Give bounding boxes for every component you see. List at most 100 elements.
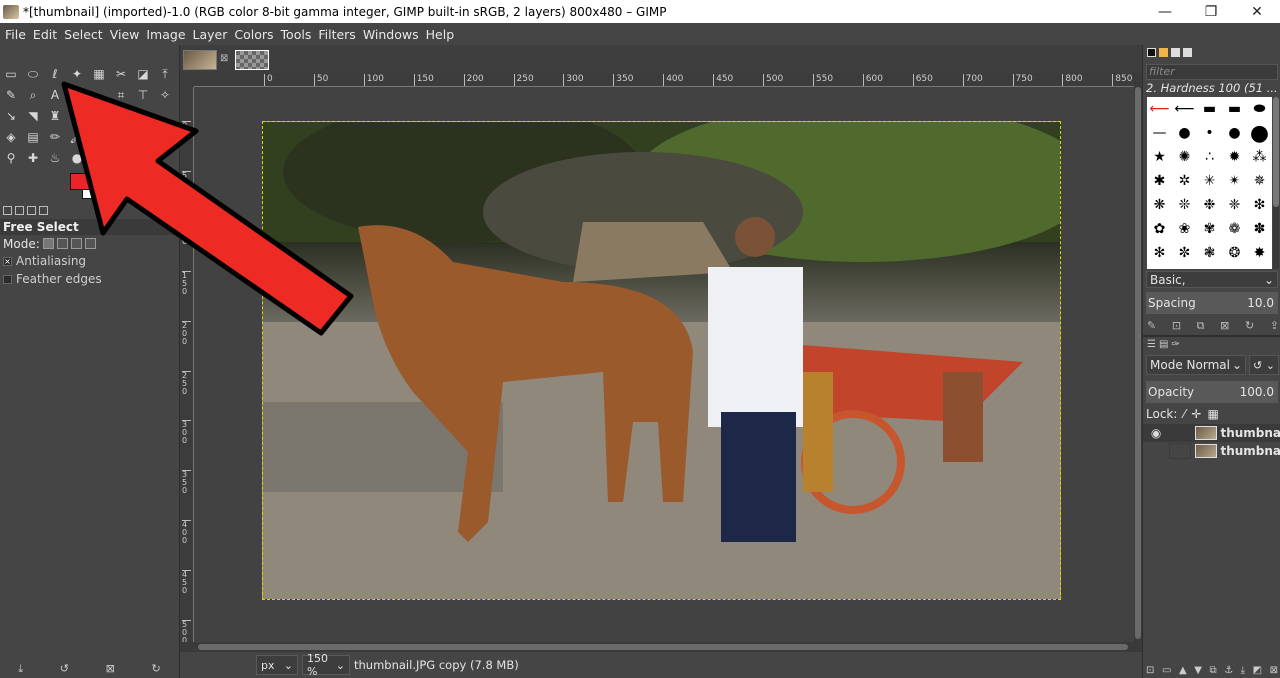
- menu-windows[interactable]: Windows: [361, 27, 424, 42]
- spacing-slider[interactable]: Spacing 10.0: [1146, 292, 1278, 314]
- bucket-fill-icon[interactable]: ◈: [2, 128, 20, 146]
- brush-block[interactable]: ▬: [1228, 101, 1241, 117]
- brush-texture-6[interactable]: ❋: [1154, 197, 1166, 213]
- brush-grain[interactable]: ⁂: [1253, 149, 1267, 165]
- antialiasing-option[interactable]: × Antialiasing: [0, 252, 179, 270]
- fg-bg-colors[interactable]: [70, 173, 110, 203]
- maximize-button[interactable]: ❐: [1188, 0, 1234, 23]
- brush-texture-1[interactable]: ✱: [1154, 173, 1166, 189]
- paths-icon[interactable]: ⤒: [156, 65, 174, 83]
- restore-options-icon[interactable]: ↺: [60, 662, 69, 678]
- free-select-icon[interactable]: ℓ: [46, 65, 64, 83]
- dodge-burn-icon[interactable]: ●: [68, 149, 86, 167]
- new-group-icon[interactable]: ▭: [1162, 665, 1171, 676]
- menu-file[interactable]: File: [3, 27, 31, 42]
- brush-sponge[interactable]: ✹: [1229, 149, 1241, 165]
- horizontal-scrollbar[interactable]: [180, 642, 1142, 652]
- brush-arrow[interactable]: ⟵: [1174, 101, 1194, 117]
- crop-icon[interactable]: ⌗: [112, 86, 130, 104]
- pencil-icon[interactable]: ✏: [46, 128, 64, 146]
- horizontal-scroll-thumb[interactable]: [198, 644, 1128, 650]
- anchor-layer-icon[interactable]: ⚓: [1224, 665, 1233, 676]
- tool-options-tab-icon[interactable]: [3, 206, 12, 215]
- raise-layer-icon[interactable]: ▲: [1179, 665, 1187, 676]
- minimize-button[interactable]: —: [1142, 0, 1188, 23]
- vertical-scrollbar[interactable]: [1134, 73, 1142, 642]
- foreground-select-icon[interactable]: ◪: [134, 65, 152, 83]
- paintbrush-icon[interactable]: 🖌: [68, 128, 86, 146]
- brush-texture-17[interactable]: ✼: [1179, 245, 1191, 261]
- duplicate-brush-icon[interactable]: ⧉: [1197, 319, 1205, 333]
- brush-texture-18[interactable]: ❃: [1204, 245, 1216, 261]
- brush-grid[interactable]: ⟵ ⟵ ▬ ▬ ⬬ — ● • ● ● ★ ✺ ∴ ✹ ⁂ ✱ ✲ ✳ ✴ ✵ …: [1147, 97, 1272, 269]
- zoom-select[interactable]: 150 % ⌄: [302, 652, 350, 678]
- brush-line[interactable]: ▬: [1203, 101, 1216, 117]
- brush-texture-15[interactable]: ✽: [1254, 221, 1266, 237]
- brush-texture-19[interactable]: ❂: [1229, 245, 1241, 261]
- brush-dots[interactable]: ∴: [1205, 149, 1214, 165]
- merge-down-icon[interactable]: ⤓: [1241, 665, 1245, 676]
- cage-icon[interactable]: ◰: [68, 107, 86, 125]
- brush-soft2[interactable]: •: [1205, 125, 1213, 141]
- foreground-color-swatch[interactable]: [70, 173, 94, 190]
- reset-options-icon[interactable]: ↻: [151, 662, 160, 678]
- brush-texture-10[interactable]: ❇: [1254, 197, 1266, 213]
- color-picker-icon[interactable]: ✎: [2, 86, 20, 104]
- mode-subtract-button[interactable]: [70, 238, 82, 249]
- clone-icon[interactable]: ⚲: [2, 149, 20, 167]
- rect-select-icon[interactable]: ▭: [2, 65, 20, 83]
- brush-texture-20[interactable]: ✸: [1254, 245, 1266, 261]
- brush-texture-4[interactable]: ✴: [1229, 173, 1241, 189]
- fuzzy-select-icon[interactable]: ✦: [68, 65, 86, 83]
- image-tab-checker[interactable]: [235, 50, 269, 70]
- mode-add-button[interactable]: [56, 238, 68, 249]
- open-as-image-icon[interactable]: ⇪: [1270, 319, 1279, 333]
- layer-name[interactable]: thumbna: [1220, 426, 1280, 440]
- eye-hidden[interactable]: [1147, 443, 1165, 459]
- delete-brush-icon[interactable]: ⊠: [1220, 319, 1229, 333]
- layer-name[interactable]: thumbna: [1220, 444, 1280, 458]
- image-canvas[interactable]: [194, 87, 1134, 642]
- move-icon[interactable]: ↘: [2, 107, 20, 125]
- scissors-select-icon[interactable]: ✂: [112, 65, 130, 83]
- fonts-tab-icon[interactable]: [1171, 48, 1180, 57]
- edit-brush-icon[interactable]: ✎: [1147, 319, 1156, 333]
- channels-tab-icon[interactable]: ▤: [1159, 339, 1168, 350]
- layers-tab-icon[interactable]: ☰: [1147, 339, 1156, 350]
- feather-edges-option[interactable]: Feather edges: [0, 270, 179, 288]
- align-icon[interactable]: ◥: [24, 107, 42, 125]
- ellipse-select-icon[interactable]: ⬭: [24, 65, 42, 83]
- lower-layer-icon[interactable]: ▼: [1194, 665, 1202, 676]
- menu-image[interactable]: Image: [144, 27, 190, 42]
- warp-icon[interactable]: ♜: [46, 107, 64, 125]
- delete-layer-icon[interactable]: ⊠: [1270, 665, 1278, 676]
- select-by-color-icon[interactable]: ▦: [90, 65, 108, 83]
- unit-select[interactable]: px ⌄: [256, 655, 298, 675]
- image-tab-thumbnail[interactable]: [183, 50, 217, 70]
- eye-icon[interactable]: ◉: [1147, 425, 1165, 441]
- delete-options-icon[interactable]: ⊠: [106, 662, 115, 678]
- image-photo[interactable]: [262, 121, 1061, 600]
- document-history-tab-icon[interactable]: [1183, 48, 1192, 57]
- refresh-brushes-icon[interactable]: ↻: [1245, 319, 1254, 333]
- gradient-icon[interactable]: ▤: [24, 128, 42, 146]
- perspective-icon[interactable]: ✧: [156, 86, 174, 104]
- brush-preset-select[interactable]: Basic, ⌄: [1146, 271, 1278, 288]
- mode-replace-button[interactable]: [42, 238, 54, 249]
- brushes-tab-icon[interactable]: [1147, 48, 1156, 57]
- brush-texture-9[interactable]: ❈: [1229, 197, 1241, 213]
- mask-icon[interactable]: ◩: [1253, 665, 1262, 676]
- layer-chain[interactable]: [1169, 425, 1192, 441]
- close-button[interactable]: ✕: [1234, 0, 1280, 23]
- lock-position-icon[interactable]: ✛: [1191, 407, 1201, 421]
- feather-edges-checkbox[interactable]: [3, 274, 12, 284]
- brush-hardness-100[interactable]: ●: [1250, 121, 1269, 146]
- brush-texture-7[interactable]: ❊: [1179, 197, 1191, 213]
- vertical-ruler[interactable]: 0 50 100 150 200 250 300 350 400 450 500: [180, 87, 194, 645]
- undo-history-tab-icon[interactable]: [27, 206, 36, 215]
- vertical-scroll-thumb[interactable]: [1135, 87, 1141, 639]
- menu-layer[interactable]: Layer: [191, 27, 233, 42]
- zoom-icon[interactable]: ⌕: [24, 86, 42, 104]
- brush-texture-11[interactable]: ✿: [1154, 221, 1166, 237]
- lock-pixels-icon[interactable]: ⁄: [1183, 407, 1185, 421]
